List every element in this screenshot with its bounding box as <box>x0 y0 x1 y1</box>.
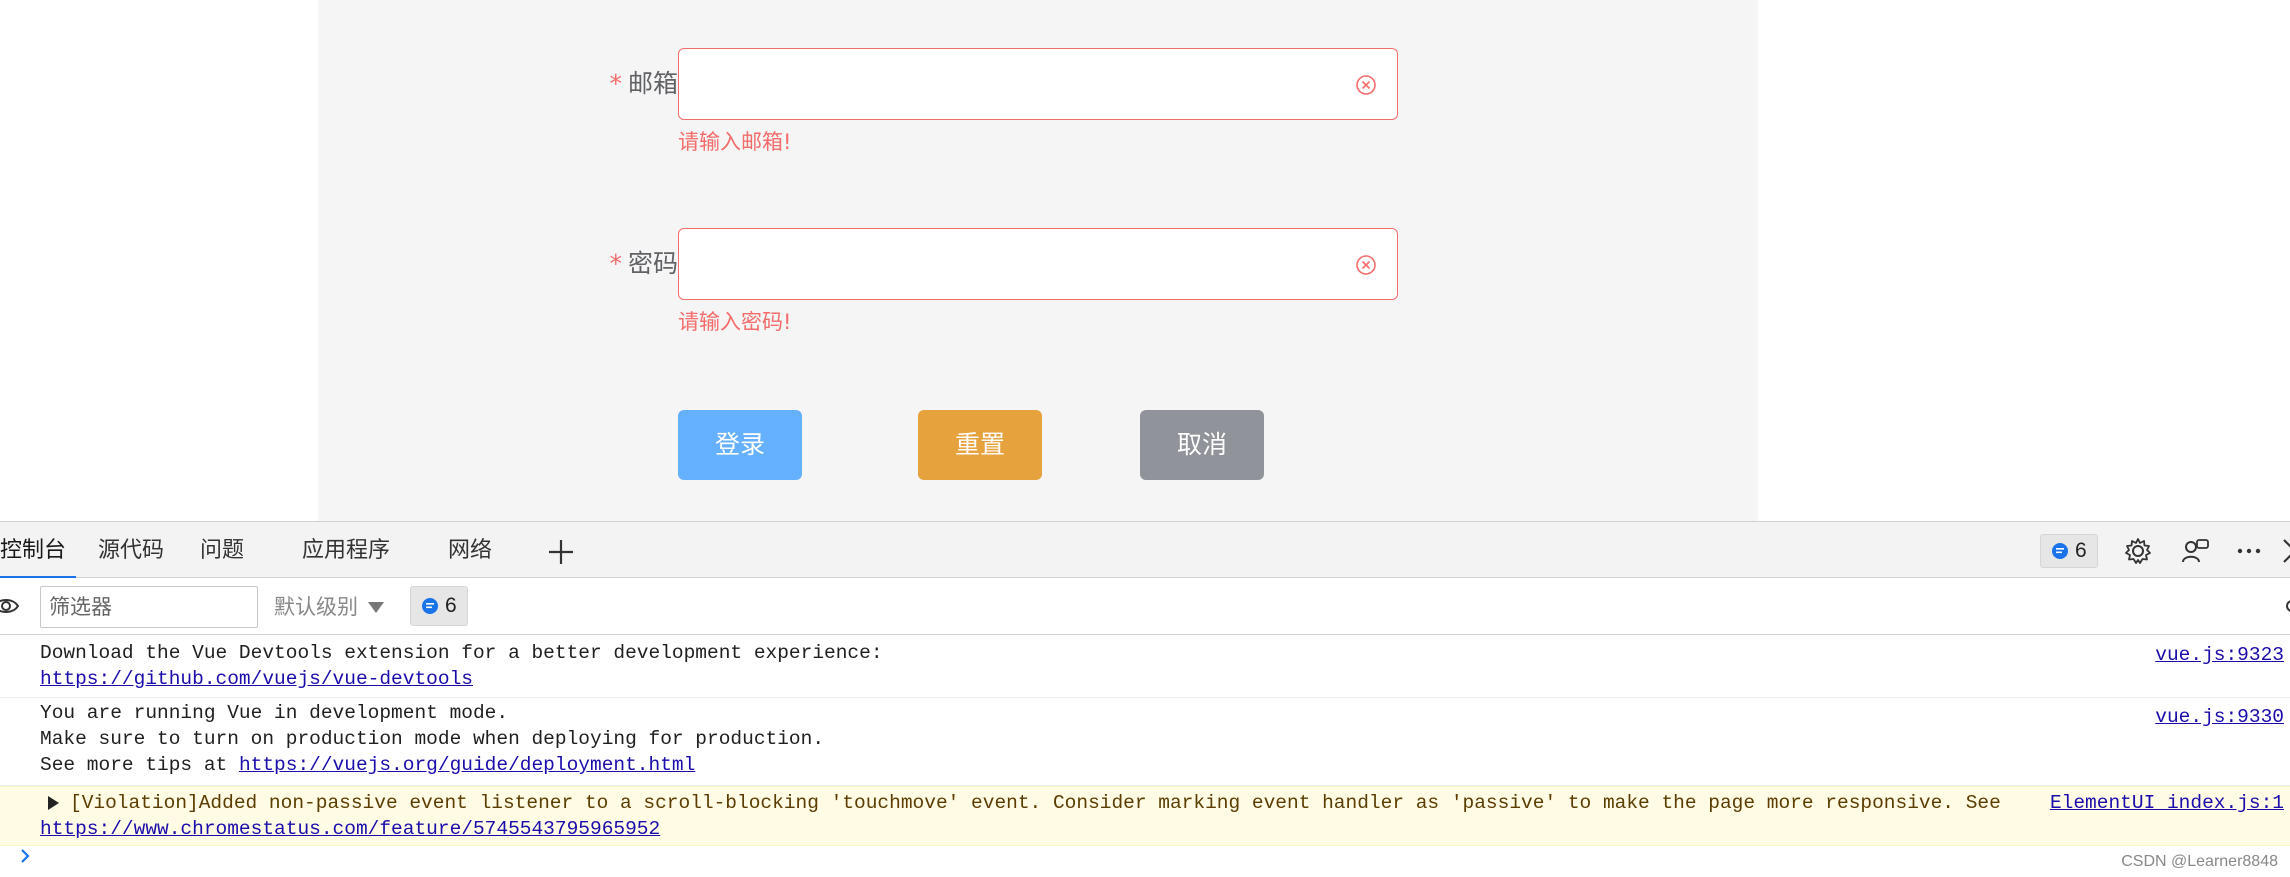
email-label-text: 邮箱 <box>627 69 678 98</box>
message-count: 6 <box>2075 539 2087 562</box>
log-text: [Violation]Added non-passive event liste… <box>70 792 2001 814</box>
password-input-wrapper <box>678 228 1398 300</box>
dropdown-arrow-icon <box>368 601 384 613</box>
required-mark: * <box>609 249 622 278</box>
email-form-item: * 邮箱 请输入邮箱! <box>318 48 1758 154</box>
password-input[interactable] <box>679 229 1397 299</box>
login-button[interactable]: 登录 <box>678 410 802 480</box>
eye-icon[interactable] <box>0 592 20 620</box>
password-label: * 密码 <box>609 228 678 300</box>
watermark: CSDN @Learner8848 <box>2121 853 2278 870</box>
more-options-icon[interactable] <box>2234 536 2264 566</box>
console-violation-entry[interactable]: [Violation]Added non-passive event liste… <box>0 786 2290 846</box>
log-level-select[interactable]: 默认级别 <box>274 586 384 628</box>
page-area: * 邮箱 请输入邮箱! * 密码 请输入密码! 登录 重置 取消 <box>0 0 2290 521</box>
console-log-entry: You are running Vue in development mode.… <box>0 698 2290 786</box>
password-error: 请输入密码! <box>678 310 792 334</box>
log-text: Make sure to turn on production mode whe… <box>40 728 825 750</box>
console-filter-bar: 筛选器 默认级别 6 <box>0 578 2290 635</box>
filter-input[interactable]: 筛选器 <box>40 586 258 628</box>
tab-console[interactable]: 控制台 <box>0 522 77 579</box>
circle-close-icon[interactable] <box>1355 74 1377 96</box>
log-link[interactable]: https://vuejs.org/guide/deployment.html <box>239 754 695 776</box>
tab-application[interactable]: 应用程序 <box>302 522 390 579</box>
tab-issues[interactable]: 问题 <box>200 522 244 579</box>
password-form-item: * 密码 请输入密码! <box>318 228 1758 334</box>
message-count-badge[interactable]: 6 <box>2040 534 2098 568</box>
devtools-panel: 控制台 源代码 问题 应用程序 网络 6 筛选器 默认级别 6 Download… <box>0 521 2290 877</box>
log-source-link[interactable]: ElementUI index.js:1 <box>2050 790 2284 816</box>
required-mark: * <box>609 69 622 98</box>
cancel-button[interactable]: 取消 <box>1140 410 1264 480</box>
plus-icon[interactable] <box>547 538 575 566</box>
console-prompt-icon <box>21 849 30 863</box>
log-link[interactable]: https://www.chromestatus.com/feature/574… <box>40 818 660 840</box>
message-icon <box>2052 543 2068 559</box>
close-icon[interactable] <box>2280 536 2290 566</box>
login-form: * 邮箱 请输入邮箱! * 密码 请输入密码! 登录 重置 取消 <box>318 0 1758 521</box>
console-settings-icon[interactable] <box>2278 592 2290 620</box>
log-text: You are running Vue in development mode. <box>40 702 509 724</box>
log-source-link[interactable]: vue.js:9323 <box>2155 642 2284 668</box>
filter-placeholder: 筛选器 <box>49 595 112 619</box>
log-text: See more tips at <box>40 754 239 776</box>
expand-triangle-icon[interactable] <box>48 796 59 810</box>
message-count: 6 <box>445 594 457 617</box>
email-input[interactable] <box>679 49 1397 119</box>
log-source-link[interactable]: vue.js:9330 <box>2155 704 2284 730</box>
log-level-label: 默认级别 <box>274 595 358 619</box>
console-log-entry: Download the Vue Devtools extension for … <box>0 636 2290 698</box>
log-text: Download the Vue Devtools extension for … <box>40 642 883 664</box>
email-label: * 邮箱 <box>609 48 678 120</box>
email-error: 请输入邮箱! <box>678 130 792 154</box>
log-link[interactable]: https://github.com/vuejs/vue-devtools <box>40 668 473 690</box>
password-label-text: 密码 <box>627 249 678 278</box>
circle-close-icon[interactable] <box>1355 254 1377 276</box>
devtools-tab-bar: 控制台 源代码 问题 应用程序 网络 6 <box>0 521 2290 579</box>
message-icon <box>422 598 438 614</box>
filter-message-badge[interactable]: 6 <box>410 586 468 626</box>
tab-sources[interactable]: 源代码 <box>98 522 164 579</box>
console-output: Download the Vue Devtools extension for … <box>0 636 2290 877</box>
email-input-wrapper <box>678 48 1398 120</box>
feedback-icon[interactable] <box>2180 536 2210 566</box>
reset-button[interactable]: 重置 <box>918 410 1042 480</box>
gear-icon[interactable] <box>2123 536 2153 566</box>
tab-network[interactable]: 网络 <box>448 522 492 579</box>
